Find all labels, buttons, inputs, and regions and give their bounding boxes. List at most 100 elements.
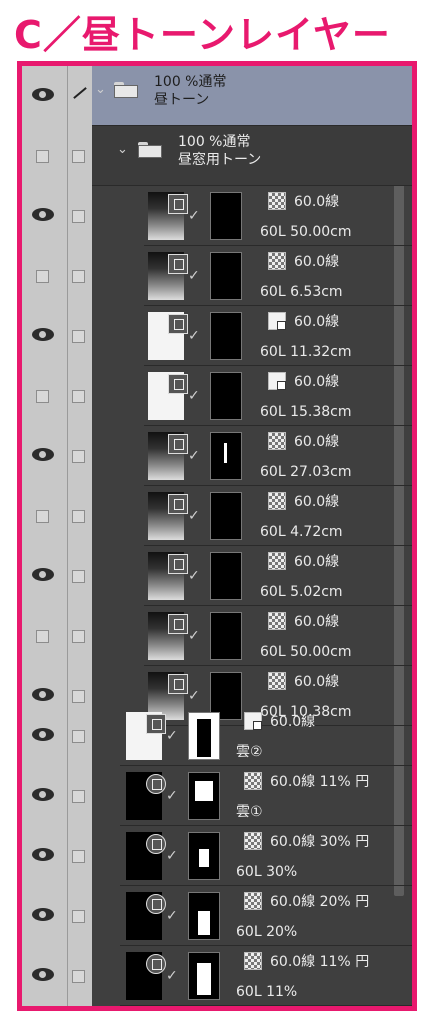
visibility-checkbox[interactable]: [36, 630, 49, 643]
chevron-down-icon[interactable]: ⌄: [117, 142, 128, 157]
mask-thumbnail: [188, 772, 220, 820]
layer-row[interactable]: ✓ 60.0線 11% 円 雲①: [22, 766, 412, 826]
edit-checkbox[interactable]: [72, 270, 85, 283]
layer-row[interactable]: ✓ 60.0線 60L 4.72cm: [22, 486, 412, 546]
mask-thumbnail: [188, 712, 220, 760]
layer-row[interactable]: ✓ 60.0線 30% 円 60L 30%: [22, 826, 412, 886]
layer-thumbnail: [126, 712, 166, 760]
visibility-checkbox[interactable]: [36, 150, 49, 163]
layer-row[interactable]: ✓ 60.0線 60L 50.00cm: [22, 186, 412, 246]
layer-thumbnail: [126, 832, 166, 880]
tone-icon: [244, 832, 262, 850]
edit-checkbox[interactable]: [72, 570, 85, 583]
check-icon: ✓: [188, 388, 200, 404]
edit-checkbox[interactable]: [72, 910, 85, 923]
layer-row[interactable]: ✓ 60.0線 雲②: [22, 706, 412, 766]
layer-panel: ⌄ 100 %通常 昼トーン ⌄ 100 %通常 昼窓用トーン ✓ 60.0線 …: [17, 61, 417, 1011]
layer-row[interactable]: ✓ 60.0線 60L 11.32cm: [22, 306, 412, 366]
layer-thumbnail: [148, 432, 188, 480]
edit-checkbox[interactable]: [72, 450, 85, 463]
check-icon: ✓: [188, 568, 200, 584]
folder-icon: [114, 82, 138, 98]
mask-thumbnail: [210, 372, 242, 420]
tone-label: 60.0線: [294, 194, 340, 210]
check-icon: ✓: [188, 208, 200, 224]
edit-checkbox[interactable]: [72, 690, 85, 703]
edit-checkbox[interactable]: [72, 970, 85, 983]
mask-thumbnail: [210, 192, 242, 240]
layer-name: 雲①: [236, 804, 263, 820]
eye-icon[interactable]: [32, 328, 54, 342]
visibility-checkbox[interactable]: [36, 270, 49, 283]
layer-name: 60L 6.53cm: [260, 284, 343, 300]
check-icon: ✓: [188, 508, 200, 524]
tone-label: 60.0線: [294, 254, 340, 270]
edit-checkbox[interactable]: [72, 510, 85, 523]
layer-folder-row[interactable]: ⌄ 100 %通常 昼窓用トーン: [22, 126, 412, 186]
layer-row[interactable]: ✓ 60.0線 60L 27.03cm: [22, 426, 412, 486]
eye-icon[interactable]: [32, 688, 54, 702]
tone-label: 60.0線: [294, 494, 340, 510]
edit-checkbox[interactable]: [72, 210, 85, 223]
tone-icon: [268, 552, 286, 570]
tone-icon: [244, 712, 262, 730]
layer-row[interactable]: ✓ 60.0線 60L 5.02cm: [22, 546, 412, 606]
edit-checkbox[interactable]: [72, 730, 85, 743]
tone-icon: [268, 672, 286, 690]
eye-icon[interactable]: [32, 88, 54, 102]
tone-icon: [244, 892, 262, 910]
tone-icon: [268, 312, 286, 330]
layer-row[interactable]: ✓ 60.0線 60L 50.00cm: [22, 606, 412, 666]
layer-row[interactable]: ✓ 60.0線 60L 15.38cm: [22, 366, 412, 426]
layer-name: 60L 11.32cm: [260, 344, 352, 360]
edit-checkbox[interactable]: [72, 330, 85, 343]
layer-row[interactable]: ✓ 60.0線 20% 円 60L 20%: [22, 886, 412, 946]
layer-row[interactable]: ✓ 60.0線 11% 円 60L 11%: [22, 946, 412, 1006]
eye-icon[interactable]: [32, 788, 54, 802]
eye-icon[interactable]: [32, 908, 54, 922]
visibility-checkbox[interactable]: [36, 390, 49, 403]
eye-icon[interactable]: [32, 848, 54, 862]
tone-label: 60.0線 11% 円: [270, 954, 370, 970]
mask-thumbnail: [210, 492, 242, 540]
layer-thumbnail: [148, 492, 188, 540]
tone-icon: [268, 192, 286, 210]
tone-label: 60.0線: [294, 674, 340, 690]
layer-folder-row[interactable]: ⌄ 100 %通常 昼トーン: [22, 66, 412, 126]
chevron-down-icon[interactable]: ⌄: [95, 82, 106, 97]
eye-icon[interactable]: [32, 208, 54, 222]
edit-checkbox[interactable]: [72, 150, 85, 163]
layer-row[interactable]: ✓ 60.0線 60L 6.53cm: [22, 246, 412, 306]
tone-icon: [268, 492, 286, 510]
tone-icon: [244, 952, 262, 970]
folder-blend: 100 %通常: [154, 74, 227, 90]
folder-icon: [138, 142, 162, 158]
tone-icon: [244, 772, 262, 790]
edit-checkbox[interactable]: [72, 850, 85, 863]
mask-thumbnail: [210, 432, 242, 480]
check-icon: ✓: [166, 728, 178, 744]
layer-name: 60L 50.00cm: [260, 644, 352, 660]
tone-icon: [268, 372, 286, 390]
layer-thumbnail: [148, 372, 188, 420]
edit-checkbox[interactable]: [72, 790, 85, 803]
eye-icon[interactable]: [32, 568, 54, 582]
tone-label: 60.0線: [294, 614, 340, 630]
layer-thumbnail: [126, 892, 166, 940]
mask-thumbnail: [188, 832, 220, 880]
check-icon: ✓: [188, 328, 200, 344]
mask-thumbnail: [188, 952, 220, 1000]
eye-icon[interactable]: [32, 448, 54, 462]
eye-icon[interactable]: [32, 968, 54, 982]
edit-checkbox[interactable]: [72, 630, 85, 643]
mask-thumbnail: [210, 252, 242, 300]
pencil-icon[interactable]: [70, 84, 88, 102]
check-icon: ✓: [188, 448, 200, 464]
layer-thumbnail: [148, 312, 188, 360]
layer-thumbnail: [148, 192, 188, 240]
visibility-checkbox[interactable]: [36, 510, 49, 523]
mask-thumbnail: [188, 892, 220, 940]
eye-icon[interactable]: [32, 728, 54, 742]
edit-checkbox[interactable]: [72, 390, 85, 403]
tone-icon: [268, 252, 286, 270]
